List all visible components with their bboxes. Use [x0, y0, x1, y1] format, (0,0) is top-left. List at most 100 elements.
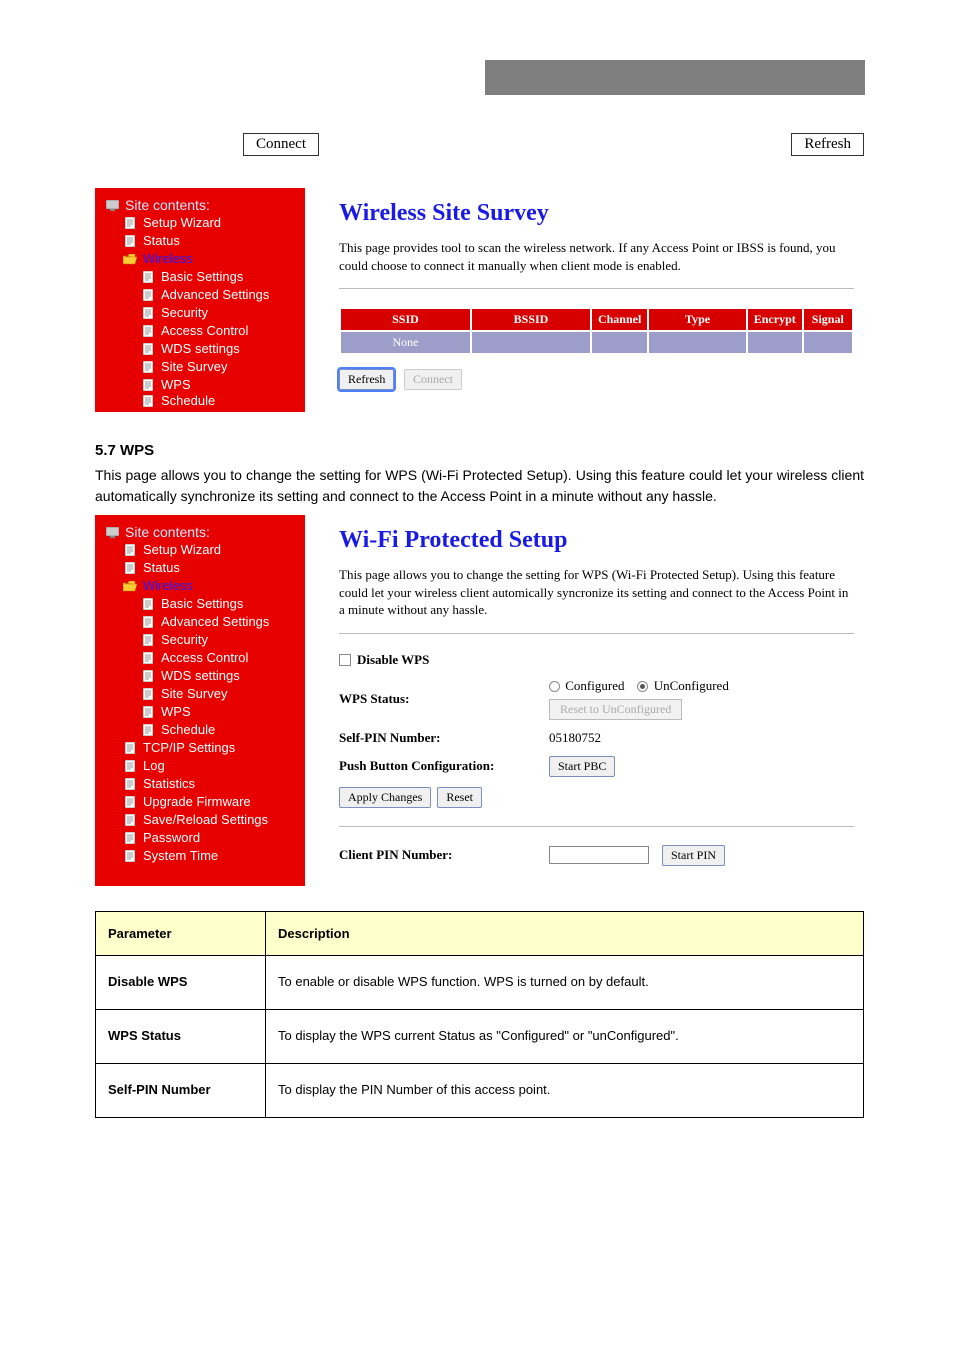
sidebar-item-wps[interactable]: WPS	[161, 703, 191, 721]
header-gray-bar	[485, 60, 865, 95]
start-pin-button[interactable]: Start PIN	[662, 845, 725, 866]
page-icon	[141, 271, 155, 283]
th-parameter: Parameter	[96, 911, 266, 955]
site-survey-panel: Wireless Site Survey This page provides …	[305, 188, 864, 412]
computer-icon	[105, 526, 119, 538]
page-icon	[123, 544, 137, 556]
page-icon	[123, 832, 137, 844]
refresh-button[interactable]: Refresh	[339, 369, 394, 390]
divider	[339, 288, 854, 289]
th-channel: Channel	[592, 309, 647, 330]
survey-table: SSID BSSID Channel Type Encrypt Signal N…	[339, 307, 854, 355]
table-row: WPS Status To display the WPS current St…	[96, 1009, 864, 1063]
sidebar-item-site-survey[interactable]: Site Survey	[161, 358, 227, 376]
disable-wps-label: Disable WPS	[357, 652, 429, 668]
sidebar-item-advanced-settings[interactable]: Advanced Settings	[161, 613, 269, 631]
wps-title: Wi-Fi Protected Setup	[339, 527, 854, 554]
sidebar-item-system-time[interactable]: System Time	[143, 847, 218, 865]
page-icon	[123, 850, 137, 862]
connect-button-illustration: Connect	[243, 133, 319, 156]
reset-button[interactable]: Reset	[437, 787, 482, 808]
sidebar-item-setup-wizard[interactable]: Setup Wizard	[143, 541, 221, 559]
sidebar-item-wps[interactable]: WPS	[161, 376, 191, 394]
page-icon	[123, 235, 137, 247]
divider	[339, 633, 854, 634]
wps-desc: This page allows you to change the setti…	[339, 566, 854, 619]
sidebar-item-password[interactable]: Password	[143, 829, 200, 847]
selfpin-label: Self-PIN Number:	[339, 730, 549, 746]
sidebar-item-log[interactable]: Log	[143, 757, 165, 775]
page-icon	[141, 616, 155, 628]
pbc-label: Push Button Configuration:	[339, 758, 549, 774]
page-icon	[141, 652, 155, 664]
page-icon	[141, 670, 155, 682]
sidebar-item-wireless[interactable]: Wireless	[143, 577, 193, 595]
th-encrypt: Encrypt	[748, 309, 802, 330]
param-desc: To display the WPS current Status as "Co…	[266, 1009, 864, 1063]
radio-unconfigured[interactable]	[637, 681, 648, 692]
page-icon	[123, 562, 137, 574]
sidebar-item-security[interactable]: Security	[161, 304, 208, 322]
page-icon	[123, 760, 137, 772]
apply-changes-button[interactable]: Apply Changes	[339, 787, 431, 808]
client-pin-input[interactable]	[549, 846, 649, 864]
reset-unconfigured-button[interactable]: Reset to UnConfigured	[549, 699, 682, 720]
page-icon	[141, 343, 155, 355]
sidebar-item-wds-settings[interactable]: WDS settings	[161, 667, 240, 685]
sidebar-item-wds-settings[interactable]: WDS settings	[161, 340, 240, 358]
page-icon	[141, 688, 155, 700]
computer-icon	[105, 199, 119, 211]
th-type: Type	[649, 309, 746, 330]
selfpin-value: 05180752	[549, 730, 854, 746]
wps-screenshot: Site contents: Setup Wizard Status Wirel…	[95, 515, 864, 886]
wps-section-heading: 5.7 WPS	[95, 442, 864, 459]
sidebar-item-access-control[interactable]: Access Control	[161, 649, 248, 667]
site-contents-label: Site contents:	[125, 196, 210, 214]
page-icon	[141, 706, 155, 718]
page-icon	[141, 325, 155, 337]
sidebar-item-access-control[interactable]: Access Control	[161, 322, 248, 340]
radio-unconfigured-label: UnConfigured	[654, 678, 729, 693]
cell-none: None	[341, 332, 470, 353]
sidebar-item-security[interactable]: Security	[161, 631, 208, 649]
sidebar-nav-bottom: Site contents: Setup Wizard Status Wirel…	[95, 515, 305, 886]
page-icon	[141, 289, 155, 301]
sidebar-item-statistics[interactable]: Statistics	[143, 775, 195, 793]
site-survey-screenshot: Site contents: Setup Wizard Status Wirel…	[95, 188, 864, 412]
sidebar-item-status[interactable]: Status	[143, 559, 180, 577]
disable-wps-checkbox[interactable]	[339, 654, 351, 666]
sidebar-item-site-survey[interactable]: Site Survey	[161, 685, 227, 703]
page-icon	[141, 634, 155, 646]
site-survey-desc: This page provides tool to scan the wire…	[339, 239, 854, 274]
param-name: Self-PIN Number	[96, 1063, 266, 1117]
connect-label: Connect	[256, 136, 306, 152]
sidebar-item-advanced-settings[interactable]: Advanced Settings	[161, 286, 269, 304]
sidebar-item-status[interactable]: Status	[143, 232, 180, 250]
start-pbc-button[interactable]: Start PBC	[549, 756, 615, 777]
page-icon	[141, 307, 155, 319]
page-icon	[123, 742, 137, 754]
th-bssid: BSSID	[472, 309, 590, 330]
refresh-button-illustration: Refresh	[791, 133, 864, 156]
page-icon	[123, 796, 137, 808]
sidebar-item-upgrade-firmware[interactable]: Upgrade Firmware	[143, 793, 251, 811]
page-icon	[123, 814, 137, 826]
sidebar-item-setup-wizard[interactable]: Setup Wizard	[143, 214, 221, 232]
table-row: None	[341, 332, 852, 353]
page-icon	[123, 217, 137, 229]
sidebar-item-schedule[interactable]: Schedule	[161, 394, 215, 408]
sidebar-item-schedule[interactable]: Schedule	[161, 721, 215, 739]
sidebar-item-tcpip[interactable]: TCP/IP Settings	[143, 739, 235, 757]
client-pin-label: Client PIN Number:	[339, 847, 549, 863]
sidebar-item-basic-settings[interactable]: Basic Settings	[161, 268, 243, 286]
sidebar-item-save-reload[interactable]: Save/Reload Settings	[143, 811, 268, 829]
param-desc: To display the PIN Number of this access…	[266, 1063, 864, 1117]
refresh-label: Refresh	[804, 136, 851, 152]
sidebar-item-wireless[interactable]: Wireless	[143, 250, 193, 268]
radio-configured[interactable]	[549, 681, 560, 692]
connect-button[interactable]: Connect	[404, 369, 462, 390]
sidebar-item-basic-settings[interactable]: Basic Settings	[161, 595, 243, 613]
table-row: Self-PIN Number To display the PIN Numbe…	[96, 1063, 864, 1117]
th-signal: Signal	[804, 309, 852, 330]
param-name: Disable WPS	[96, 955, 266, 1009]
